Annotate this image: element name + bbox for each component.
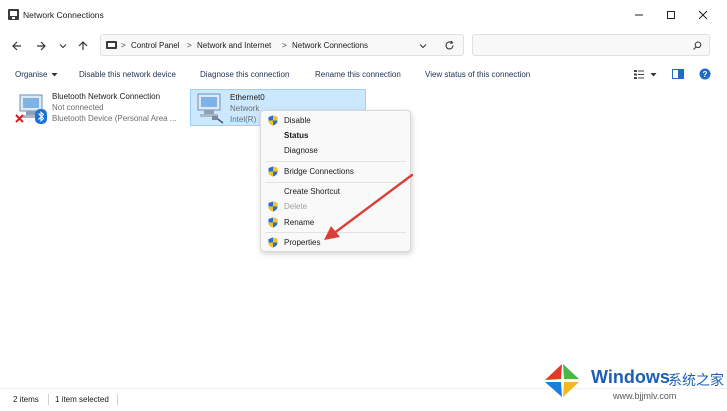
chevron-down-icon[interactable]	[419, 42, 427, 50]
menu-item-label: Rename	[284, 218, 315, 227]
minimize-button[interactable]	[626, 6, 652, 24]
menu-separator	[265, 161, 406, 162]
shield-icon	[268, 115, 278, 126]
menu-item-label: Disable	[284, 116, 311, 125]
close-button[interactable]	[690, 6, 716, 24]
navigation-bar: > Control Panel > Network and Internet >…	[0, 30, 727, 62]
menu-item-label: Create Shortcut	[284, 187, 341, 196]
shield-icon	[268, 217, 278, 228]
menu-separator	[265, 182, 406, 183]
watermark-brand: Windows	[591, 367, 670, 387]
menu-item-properties[interactable]: Properties	[261, 235, 410, 250]
pane-icon[interactable]	[672, 69, 684, 79]
up-button[interactable]	[74, 37, 92, 55]
items-count: 2 items	[13, 395, 39, 404]
close-icon	[698, 10, 708, 20]
breadcrumb-control-panel[interactable]: Control Panel	[131, 41, 179, 50]
menu-item-label: Delete	[284, 202, 308, 211]
breadcrumb-network-connections[interactable]: Network Connections	[292, 41, 368, 50]
control-panel-icon	[106, 41, 117, 49]
menu-item-disable[interactable]: Disable	[261, 113, 410, 128]
svg-text:?: ?	[703, 70, 708, 79]
up-icon	[78, 41, 88, 50]
disable-device-button[interactable]: Disable this network device	[79, 70, 176, 79]
connection-device: Intel(R)	[230, 115, 257, 124]
forward-icon	[37, 41, 46, 51]
search-icon[interactable]	[693, 41, 702, 50]
rename-connection-button[interactable]: Rename this connection	[315, 70, 401, 79]
chevron-down-icon	[51, 73, 58, 77]
refresh-icon[interactable]	[444, 40, 455, 51]
breadcrumb-network-and-internet[interactable]: Network and Internet	[197, 41, 271, 50]
shield-icon	[268, 166, 278, 177]
menu-item-diagnose[interactable]: Diagnose	[261, 143, 410, 158]
connection-name: Ethernet0	[230, 93, 265, 102]
menu-item-create-shortcut[interactable]: Create Shortcut	[261, 184, 410, 199]
menu-item-delete[interactable]: Delete	[261, 199, 410, 214]
help-icon[interactable]: ?	[699, 68, 711, 80]
maximize-icon	[667, 11, 675, 19]
search-box[interactable]	[472, 34, 710, 56]
search-input[interactable]	[477, 38, 681, 54]
status-divider	[48, 394, 49, 405]
disconnected-icon	[15, 114, 24, 123]
connection-status: Network	[230, 104, 260, 113]
status-divider	[117, 394, 118, 405]
menu-item-label: Bridge Connections	[284, 167, 354, 176]
view-status-button[interactable]: View status of this connection	[425, 70, 530, 79]
chevron-down-icon[interactable]	[650, 72, 657, 78]
connection-name: Bluetooth Network Connection	[52, 92, 161, 101]
recent-icon	[59, 44, 67, 49]
maximize-button[interactable]	[658, 6, 684, 24]
back-button[interactable]	[8, 37, 26, 55]
menu-item-status[interactable]: Status	[261, 128, 410, 143]
watermark-suffix: 系统之家	[668, 373, 724, 389]
organise-menu[interactable]: Organise	[15, 70, 47, 79]
breadcrumb-separator: >	[282, 41, 287, 50]
menu-item-rename[interactable]: Rename	[261, 215, 410, 230]
connection-device: Bluetooth Device (Personal Area ...	[52, 114, 177, 123]
forward-button[interactable]	[32, 37, 50, 55]
selection-count: 1 item selected	[55, 395, 109, 404]
watermark: Windows 系统之家 www.bjjmlv.com	[533, 353, 727, 410]
address-bar[interactable]: > Control Panel > Network and Internet >…	[100, 34, 464, 56]
breadcrumb-separator: >	[121, 41, 126, 50]
breadcrumb-separator: >	[187, 41, 192, 50]
back-icon	[12, 41, 21, 51]
command-bar: Organise Disable this network device Dia…	[0, 62, 727, 88]
title-bar: Network Connections	[0, 0, 727, 30]
windows-logo-icon	[541, 360, 583, 400]
recent-locations-button[interactable]	[54, 37, 72, 55]
minimize-icon	[635, 14, 643, 16]
network-adapter-icon	[197, 93, 224, 124]
watermark-url: www.bjjmlv.com	[613, 391, 677, 401]
menu-item-label: Properties	[284, 238, 321, 247]
bluetooth-icon	[35, 109, 47, 124]
shield-icon	[268, 201, 278, 212]
menu-item-label: Diagnose	[284, 146, 318, 155]
shield-icon	[268, 237, 278, 248]
app-icon	[8, 9, 19, 20]
view-icon[interactable]	[634, 70, 644, 79]
window-title: Network Connections	[23, 10, 104, 20]
diagnose-connection-button[interactable]: Diagnose this connection	[200, 70, 289, 79]
menu-item-label: Status	[284, 131, 309, 140]
connection-item-bluetooth[interactable]: Bluetooth Network Connection Not connect…	[10, 89, 186, 126]
connection-status: Not connected	[52, 103, 104, 112]
menu-item-bridge-connections[interactable]: Bridge Connections	[261, 164, 410, 179]
menu-separator	[265, 232, 406, 233]
context-menu: Disable Status Diagnose Bridge Connectio…	[260, 110, 411, 252]
